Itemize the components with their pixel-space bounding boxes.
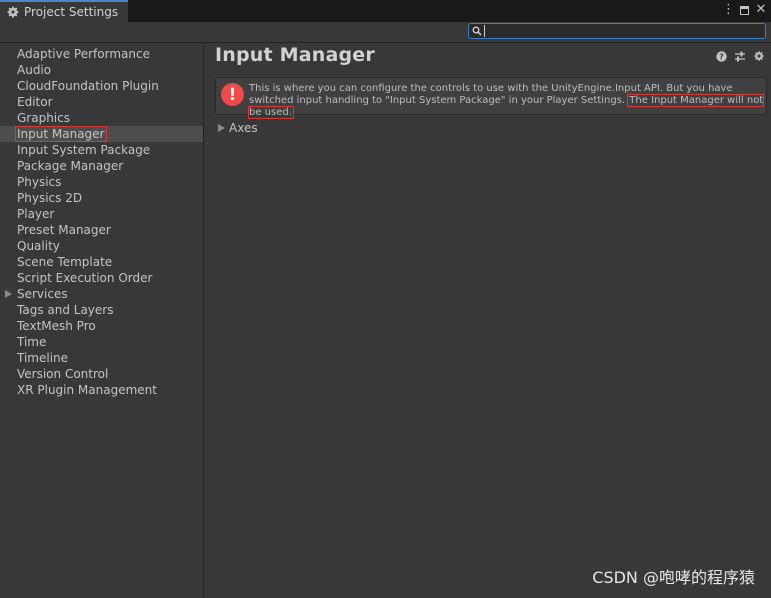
sidebar-item-script-execution-order[interactable]: Script Execution Order — [0, 270, 203, 286]
maximize-icon[interactable] — [740, 5, 749, 15]
foldout-label: Axes — [229, 121, 258, 135]
preset-icon[interactable] — [734, 51, 746, 62]
sidebar-item-label: Input Manager — [15, 126, 107, 142]
sidebar-item-time[interactable]: Time — [0, 334, 203, 350]
sidebar-item-preset-manager[interactable]: Preset Manager — [0, 222, 203, 238]
sidebar-item-label: Tags and Layers — [17, 303, 114, 317]
sidebar-item-label: Timeline — [17, 351, 69, 365]
settings-main-panel: Input Manager ? ! This is where you can … — [205, 43, 771, 598]
sidebar-item-xr-plugin-management[interactable]: XR Plugin Management — [0, 382, 203, 398]
sidebar-item-input-system-package[interactable]: Input System Package — [0, 142, 203, 158]
sidebar-item-label: Time — [17, 335, 47, 349]
window-controls: ⋮ ✕ — [722, 3, 767, 17]
sidebar-item-label: Scene Template — [17, 255, 113, 269]
sidebar-item-label: Quality — [17, 239, 60, 253]
close-icon[interactable]: ✕ — [755, 3, 767, 17]
sidebar-item-label: XR Plugin Management — [17, 383, 157, 397]
help-icon[interactable]: ? — [716, 50, 727, 62]
sidebar-item-input-manager[interactable]: Input Manager — [0, 126, 203, 142]
sidebar-item-editor[interactable]: Editor — [0, 94, 203, 110]
sidebar-item-player[interactable]: Player — [0, 206, 203, 222]
foldout-arrow-icon[interactable] — [218, 124, 225, 132]
sidebar-item-adaptive-performance[interactable]: Adaptive Performance — [0, 46, 203, 62]
sidebar-item-graphics[interactable]: Graphics — [0, 110, 203, 126]
settings-sidebar: Adaptive Performance Audio CloudFoundati… — [0, 43, 204, 598]
sidebar-item-timeline[interactable]: Timeline — [0, 350, 203, 366]
sidebar-item-physics-2d[interactable]: Physics 2D — [0, 190, 203, 206]
sidebar-item-quality[interactable]: Quality — [0, 238, 203, 254]
page-title: Input Manager — [215, 44, 375, 66]
alert-message: This is where you can configure the cont… — [247, 83, 765, 119]
header-icons: ? — [716, 50, 765, 62]
svg-text:?: ? — [719, 52, 724, 61]
sidebar-item-label: Input System Package — [17, 143, 151, 157]
sidebar-item-label: Physics — [17, 175, 62, 189]
sidebar-item-tags-and-layers[interactable]: Tags and Layers — [0, 302, 203, 318]
search-input[interactable] — [484, 25, 765, 37]
expand-arrow-icon[interactable] — [5, 290, 12, 298]
sidebar-item-label: Physics 2D — [17, 191, 83, 205]
sidebar-item-label: TextMesh Pro — [17, 319, 96, 333]
sidebar-item-label: Adaptive Performance — [17, 47, 150, 61]
gear-icon — [7, 6, 19, 18]
search-box[interactable] — [468, 23, 766, 39]
settings-gear-icon[interactable] — [753, 50, 765, 62]
sidebar-item-package-manager[interactable]: Package Manager — [0, 158, 203, 174]
sidebar-item-physics[interactable]: Physics — [0, 174, 203, 190]
sidebar-item-version-control[interactable]: Version Control — [0, 366, 203, 382]
sidebar-item-label: Package Manager — [17, 159, 124, 173]
sidebar-item-audio[interactable]: Audio — [0, 62, 203, 78]
sidebar-item-services[interactable]: Services — [0, 286, 203, 302]
axes-foldout[interactable]: Axes — [218, 121, 258, 135]
sidebar-item-label: Graphics — [17, 111, 70, 125]
sidebar-item-label: Editor — [17, 95, 53, 109]
sidebar-item-scene-template[interactable]: Scene Template — [0, 254, 203, 270]
toolbar — [0, 22, 771, 43]
sidebar-item-label: Audio — [17, 63, 52, 77]
error-help-box: ! This is where you can configure the co… — [215, 77, 767, 119]
window-tab-bar: Project Settings ⋮ ✕ — [0, 0, 771, 22]
tab-title: Project Settings — [24, 5, 119, 19]
sidebar-item-label: Preset Manager — [17, 223, 111, 237]
sidebar-item-label: Version Control — [17, 367, 109, 381]
sidebar-item-label: Services — [17, 287, 68, 301]
kebab-menu-icon[interactable]: ⋮ — [722, 3, 735, 17]
sidebar-item-textmesh-pro[interactable]: TextMesh Pro — [0, 318, 203, 334]
error-icon: ! — [221, 83, 244, 106]
sidebar-item-cloudfoundation-plugin[interactable]: CloudFoundation Plugin — [0, 78, 203, 94]
sidebar-item-label: CloudFoundation Plugin — [17, 79, 159, 93]
sidebar-item-label: Player — [17, 207, 55, 221]
watermark: CSDN @咆哮的程序猿 — [592, 568, 755, 587]
tab-project-settings[interactable]: Project Settings — [0, 0, 128, 22]
sidebar-item-label: Script Execution Order — [17, 271, 153, 285]
search-icon — [472, 26, 482, 36]
